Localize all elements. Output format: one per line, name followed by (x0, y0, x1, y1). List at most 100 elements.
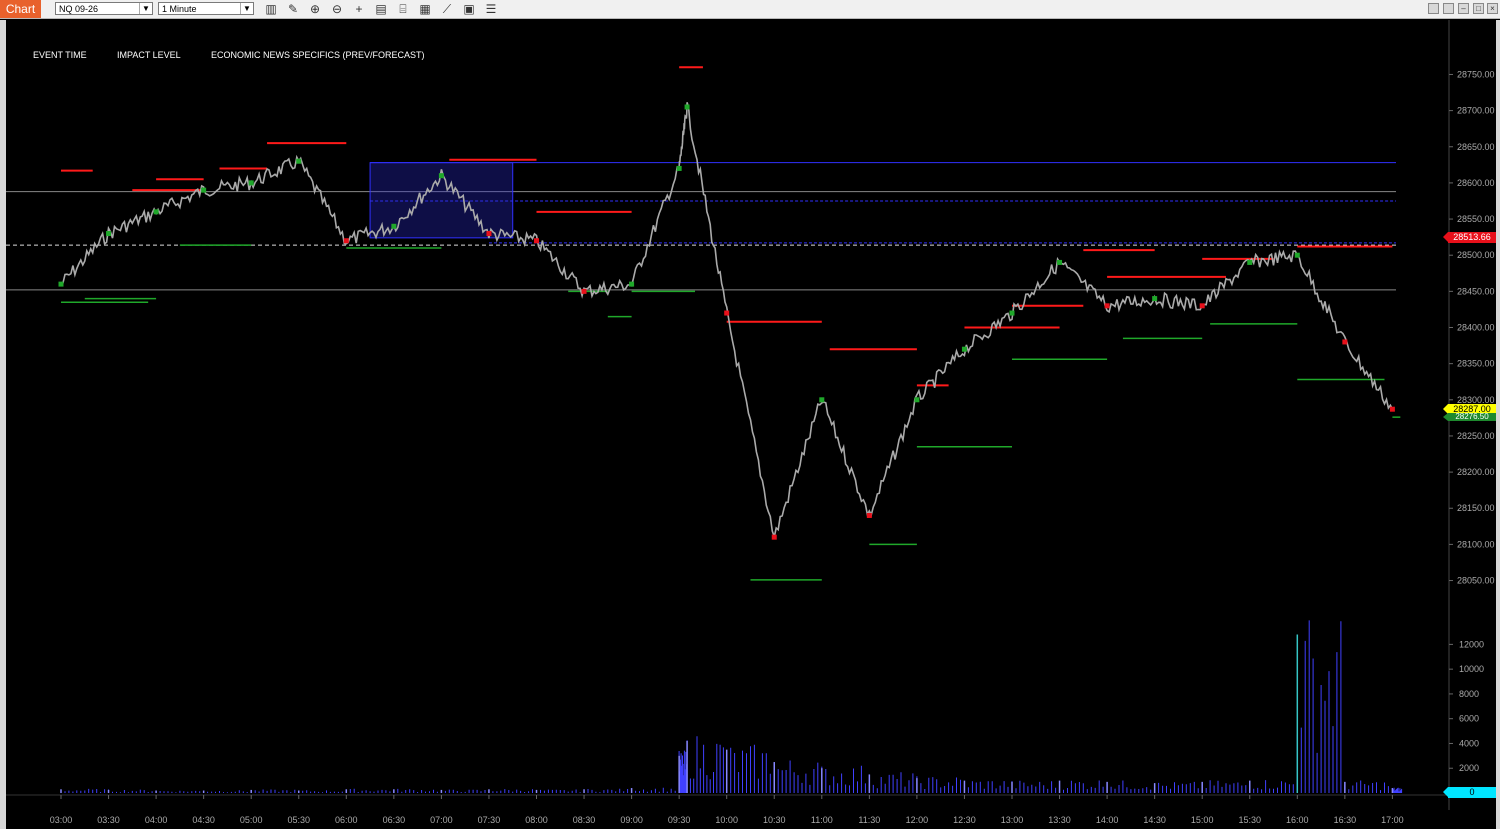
symbol-select[interactable]: NQ 09-26 ▼ (55, 2, 153, 15)
pencil-icon[interactable]: ✎ (285, 1, 301, 17)
crosshair-icon[interactable]: + (351, 1, 367, 17)
price-point (724, 310, 730, 316)
price-point (684, 104, 690, 110)
price-tick-label: 28200.00 (1457, 467, 1495, 477)
volume-tick-label: 4000 (1459, 738, 1479, 748)
price-point (819, 397, 825, 403)
template-icon[interactable]: ⌸ (395, 1, 411, 17)
time-tick-label: 10:30 (763, 815, 786, 825)
price-point (676, 165, 682, 171)
data-box-icon[interactable]: ▦ (417, 1, 433, 17)
time-tick-label: 09:00 (620, 815, 643, 825)
window-border (1496, 20, 1500, 829)
timeframe-value: 1 Minute (162, 4, 197, 14)
price-point (201, 187, 207, 193)
zoom-out-icon[interactable]: ⊖ (329, 1, 345, 17)
symbol-value: NQ 09-26 (59, 4, 99, 14)
time-tick-label: 05:00 (240, 815, 263, 825)
price-point (1104, 303, 1110, 309)
volume-tick-label: 8000 (1459, 689, 1479, 699)
tile-icon[interactable] (1428, 3, 1439, 14)
price-point (771, 534, 777, 540)
time-tick-label: 14:00 (1096, 815, 1119, 825)
time-tick-label: 15:30 (1238, 815, 1261, 825)
price-point (58, 281, 64, 287)
volume-bars (60, 620, 1403, 793)
price-point (1009, 310, 1015, 316)
time-tick-label: 06:30 (383, 815, 406, 825)
maximize-icon[interactable]: □ (1473, 3, 1484, 14)
time-tick-label: 12:30 (953, 815, 976, 825)
chevron-down-icon: ▼ (139, 3, 152, 14)
indicators-icon[interactable]: ⟋ (439, 1, 455, 17)
properties-icon[interactable]: ▤ (373, 1, 389, 17)
bars-icon[interactable]: ▥ (263, 1, 279, 17)
price-tick-label: 28600.00 (1457, 178, 1495, 188)
red-level-marker: 28513.66 (1443, 232, 1496, 243)
tile-icon[interactable] (1443, 3, 1454, 14)
time-tick-label: 04:30 (192, 815, 215, 825)
chevron-down-icon: ▼ (240, 3, 253, 14)
price-point (534, 238, 539, 244)
news-col-specifics: ECONOMIC NEWS SPECIFICS (PREV/FORECAST) (211, 50, 425, 60)
time-tick-label: 05:30 (287, 815, 310, 825)
timeframe-select[interactable]: 1 Minute ▼ (158, 2, 254, 15)
time-tick-label: 06:00 (335, 815, 358, 825)
price-point (914, 397, 920, 403)
time-tick-label: 13:00 (1001, 815, 1024, 825)
price-tick-label: 28100.00 (1457, 539, 1495, 549)
list-icon[interactable]: ☰ (483, 1, 499, 17)
price-tick-label: 28250.00 (1457, 431, 1495, 441)
volume-tick-label: 10000 (1459, 664, 1484, 674)
minimize-icon[interactable]: – (1458, 3, 1469, 14)
time-tick-label: 10:00 (715, 815, 738, 825)
news-col-event-time: EVENT TIME (33, 50, 87, 60)
news-col-impact: IMPACT LEVEL (117, 50, 181, 60)
close-icon[interactable]: × (1487, 3, 1498, 14)
price-point (961, 346, 967, 352)
time-tick-label: 11:30 (858, 815, 880, 825)
price-chart[interactable]: 28750.00 28700.00 28650.00 28600.00 28550.00… (6, 20, 1496, 829)
volume-tick-label: 6000 (1459, 714, 1479, 724)
price-point (1247, 259, 1253, 265)
time-tick-label: 17:00 (1381, 815, 1404, 825)
price-point (486, 231, 492, 237)
price-point (1152, 296, 1158, 302)
time-tick-label: 04:00 (145, 815, 168, 825)
price-point (153, 209, 159, 215)
price-tick-label: 28500.00 (1457, 250, 1495, 260)
strategies-icon[interactable]: ▣ (461, 1, 477, 17)
price-point (1199, 303, 1205, 309)
time-tick-label: 03:30 (97, 815, 120, 825)
price-point (296, 158, 302, 164)
time-tick-label: 07:00 (430, 815, 453, 825)
price-tick-label: 28150.00 (1457, 503, 1495, 513)
price-tick-label: 28750.00 (1457, 69, 1495, 79)
time-tick-label: 15:00 (1191, 815, 1214, 825)
chart-toolbar: Chart NQ 09-26 ▼ 1 Minute ▼ ▥ ✎ ⊕ ⊖ + ▤ … (0, 0, 1500, 19)
price-point (438, 173, 444, 179)
chart-tab[interactable]: Chart (0, 0, 41, 18)
price-tick-label: 28350.00 (1457, 359, 1495, 369)
price-tick-label: 28700.00 (1457, 106, 1495, 116)
volume-tick-label: 2000 (1459, 763, 1479, 773)
price-point (581, 288, 587, 294)
price-point (343, 238, 349, 244)
price-point (1294, 252, 1300, 258)
price-point (1389, 406, 1395, 412)
price-tick-label: 28400.00 (1457, 323, 1495, 333)
time-tick-label: 09:30 (668, 815, 691, 825)
time-tick-label: 11:00 (811, 815, 833, 825)
time-tick-label: 16:00 (1286, 815, 1309, 825)
price-point (248, 180, 254, 186)
price-point (1057, 259, 1063, 265)
time-tick-label: 07:30 (478, 815, 501, 825)
price-tick-label: 28050.00 (1457, 576, 1495, 586)
time-tick-label: 03:00 (50, 815, 73, 825)
price-point (629, 281, 635, 287)
price-point (866, 512, 872, 518)
time-tick-label: 08:30 (573, 815, 596, 825)
zoom-in-icon[interactable]: ⊕ (307, 1, 323, 17)
volume-tick-label: 12000 (1459, 639, 1484, 649)
time-tick-label: 08:00 (525, 815, 548, 825)
